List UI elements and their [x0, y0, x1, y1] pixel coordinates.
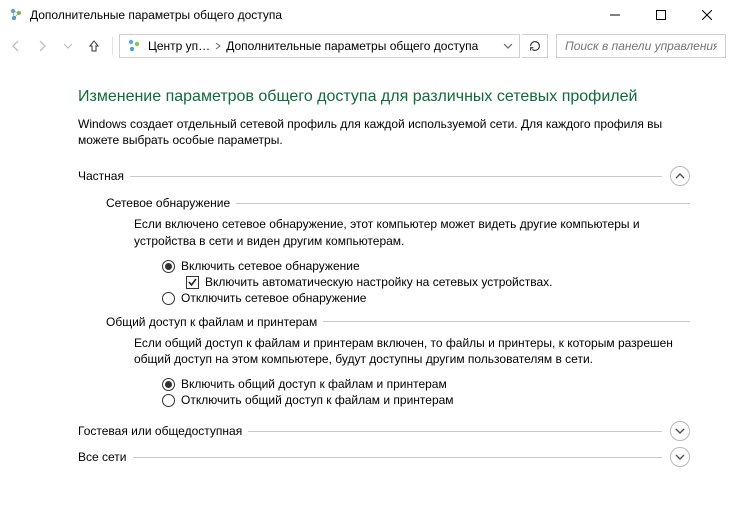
subsection-description: Если включено сетевое обнаружение, этот …: [134, 216, 690, 248]
option-label: Включить общий доступ к файлам и принтер…: [181, 377, 447, 391]
address-bar[interactable]: Центр уп… Дополнительные параметры общег…: [119, 34, 520, 58]
nav-bar: Центр уп… Дополнительные параметры общег…: [0, 30, 730, 62]
rule: [130, 176, 662, 177]
subsection-label: Сетевое обнаружение: [106, 196, 236, 210]
option-label: Отключить общий доступ к файлам и принте…: [181, 393, 454, 407]
forward-button[interactable]: [30, 34, 54, 58]
window-title: Дополнительные параметры общего доступа: [30, 8, 282, 22]
radio-icon: [162, 260, 175, 273]
minimize-button[interactable]: [592, 0, 638, 30]
subsection-label: Общий доступ к файлам и принтерам: [106, 315, 323, 329]
close-button[interactable]: [684, 0, 730, 30]
content-area: Изменение параметров общего доступа для …: [0, 62, 730, 483]
search-box[interactable]: [556, 34, 726, 58]
search-input[interactable]: [563, 38, 719, 54]
subsection-header-file-sharing: Общий доступ к файлам и принтерам: [106, 315, 690, 329]
radio-file-sharing-on[interactable]: Включить общий доступ к файлам и принтер…: [162, 377, 690, 391]
rule: [248, 431, 662, 432]
radio-file-sharing-off[interactable]: Отключить общий доступ к файлам и принте…: [162, 393, 690, 407]
subsection-description: Если общий доступ к файлам и принтерам в…: [134, 335, 690, 367]
radio-icon: [162, 394, 175, 407]
maximize-button[interactable]: [638, 0, 684, 30]
rule: [133, 457, 663, 458]
checkbox-icon: [186, 276, 199, 289]
checkbox-auto-setup[interactable]: Включить автоматическую настройку на сет…: [186, 275, 690, 289]
title-bar: Дополнительные параметры общего доступа: [0, 0, 730, 30]
refresh-button[interactable]: [522, 34, 548, 58]
breadcrumb-label: Центр уп…: [148, 39, 210, 53]
radio-network-discovery-on[interactable]: Включить сетевое обнаружение: [162, 259, 690, 273]
chevron-up-icon[interactable]: [670, 166, 690, 186]
section-label: Все сети: [78, 450, 133, 464]
breadcrumb-segment[interactable]: Дополнительные параметры общего доступа: [224, 35, 480, 57]
rule: [236, 203, 690, 204]
up-button[interactable]: [82, 34, 106, 58]
radio-icon: [162, 292, 175, 305]
breadcrumb-segment[interactable]: Центр уп…: [146, 35, 224, 57]
option-label: Включить автоматическую настройку на сет…: [205, 275, 553, 289]
chevron-down-icon[interactable]: [670, 447, 690, 467]
chevron-down-icon[interactable]: [670, 421, 690, 441]
network-discovery-options: Включить сетевое обнаружение Включить ав…: [162, 259, 690, 305]
section-header-private[interactable]: Частная: [78, 166, 690, 186]
network-icon: [8, 7, 24, 23]
option-label: Включить сетевое обнаружение: [181, 259, 360, 273]
section-header-all-networks[interactable]: Все сети: [78, 447, 690, 467]
back-button[interactable]: [4, 34, 28, 58]
recent-locations-button[interactable]: [56, 34, 80, 58]
subsection-header-network-discovery: Сетевое обнаружение: [106, 196, 690, 210]
section-header-guest[interactable]: Гостевая или общедоступная: [78, 421, 690, 441]
section-label: Гостевая или общедоступная: [78, 424, 248, 438]
file-sharing-options: Включить общий доступ к файлам и принтер…: [162, 377, 690, 407]
section-label: Частная: [78, 169, 130, 183]
option-label: Отключить сетевое обнаружение: [181, 291, 366, 305]
address-dropdown-button[interactable]: [499, 35, 517, 57]
nav-separator: [112, 37, 113, 55]
network-icon: [126, 38, 142, 54]
radio-network-discovery-off[interactable]: Отключить сетевое обнаружение: [162, 291, 690, 305]
page-heading: Изменение параметров общего доступа для …: [78, 88, 690, 106]
breadcrumb-label: Дополнительные параметры общего доступа: [226, 39, 478, 53]
chevron-right-icon: [214, 39, 222, 53]
rule: [323, 321, 690, 322]
page-description: Windows создает отдельный сетевой профил…: [78, 116, 690, 148]
radio-icon: [162, 378, 175, 391]
